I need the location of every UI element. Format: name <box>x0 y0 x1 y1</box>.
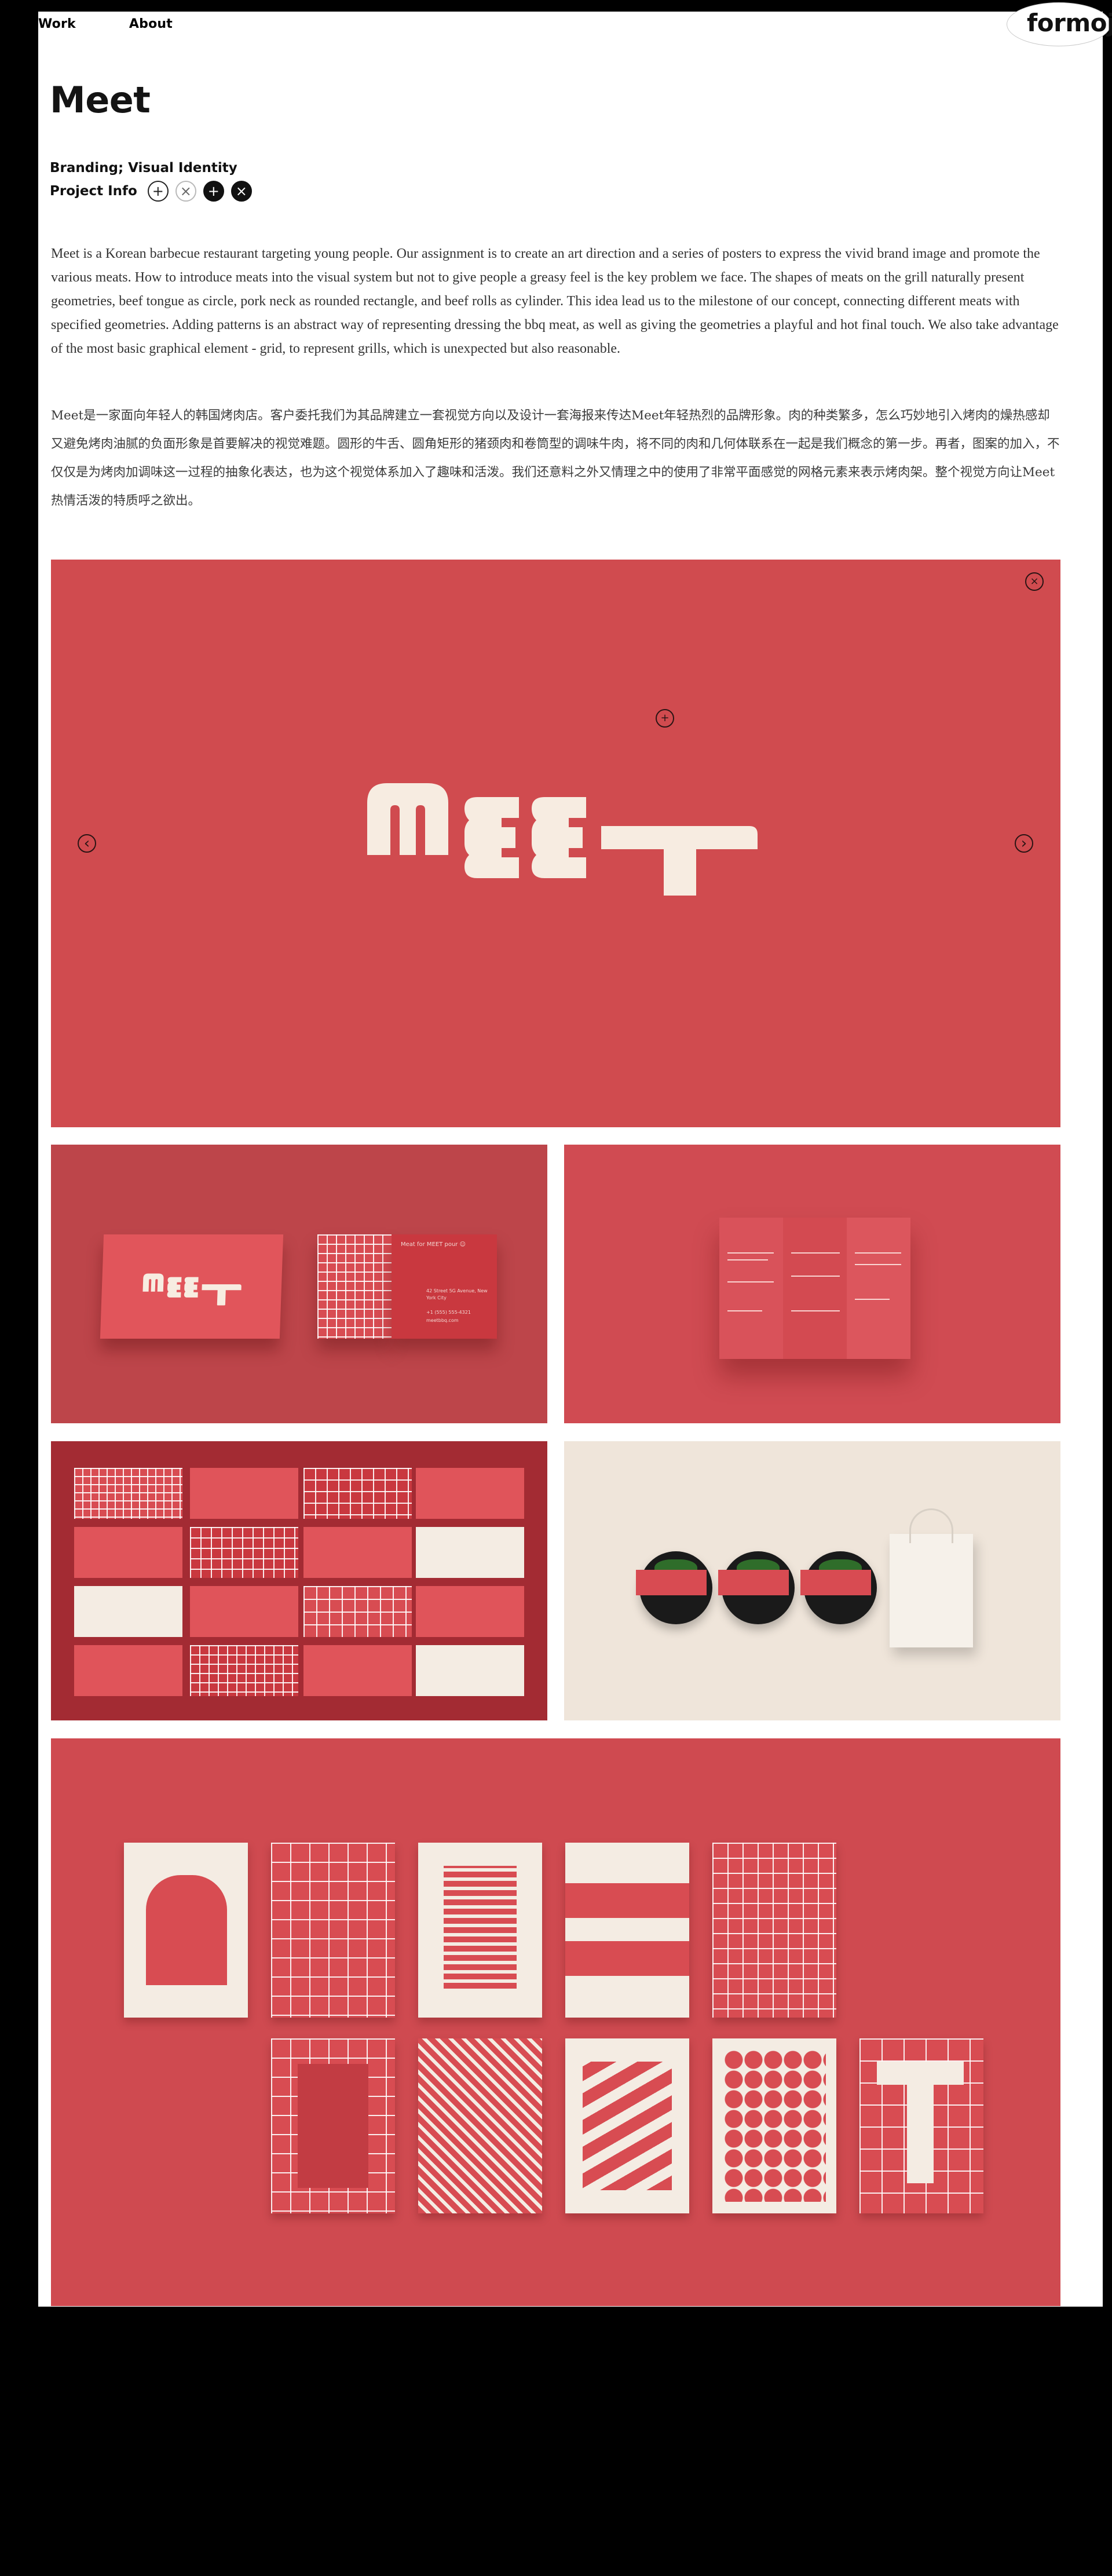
logo-card <box>416 1468 524 1519</box>
project-info-label: Project Info <box>50 184 137 199</box>
logo-card <box>190 1468 298 1519</box>
poster-shape <box>565 1941 689 1976</box>
nav-work-link[interactable]: Work <box>38 17 76 31</box>
menu-line <box>727 1252 774 1254</box>
poster-e-cylinders <box>271 1843 395 2018</box>
menu-fold-left <box>719 1218 783 1359</box>
poster-e-3d <box>271 2038 395 2213</box>
logo-card <box>303 1645 412 1696</box>
logo-card <box>74 1645 182 1696</box>
card-web: meetbbq.com <box>426 1318 459 1323</box>
poster-shape <box>907 2085 934 2183</box>
pattern-card <box>303 1468 412 1519</box>
pattern-card <box>416 1527 524 1578</box>
business-cards-image: Meat for MEET pour ☺ 42 Street 5G Avenue… <box>51 1145 547 1423</box>
close-filled-icon[interactable]: × <box>231 181 252 202</box>
business-card-back: Meat for MEET pour ☺ 42 Street 5G Avenue… <box>392 1234 497 1339</box>
previous-arrow-icon[interactable]: ‹ <box>78 834 96 853</box>
poster-e-circles <box>712 2038 836 2213</box>
posters-image <box>51 1738 1060 2306</box>
menu-line <box>727 1259 768 1260</box>
menu-line <box>791 1252 840 1254</box>
description-english: Meet is a Korean barbecue restaurant tar… <box>51 246 1059 356</box>
pattern-card <box>74 1468 182 1519</box>
business-card-grid-back <box>317 1234 392 1339</box>
paper-bag <box>890 1508 973 1647</box>
menu-fold-right <box>847 1218 910 1359</box>
menu-image <box>564 1145 1060 1423</box>
poster-t-pattern <box>712 1843 836 2018</box>
pattern-card <box>416 1645 524 1696</box>
zoom-plus-icon[interactable]: + <box>656 709 674 728</box>
menu-line <box>855 1252 901 1254</box>
logo-card <box>303 1527 412 1578</box>
bowl-sleeve <box>718 1570 789 1595</box>
site-logo[interactable]: formoj <box>1007 2 1112 46</box>
poster-e-meat <box>565 1843 689 2018</box>
next-arrow-icon[interactable]: › <box>1015 834 1033 853</box>
bag-handle <box>909 1508 953 1543</box>
bowl-sleeve <box>636 1570 707 1595</box>
menu-line <box>727 1281 774 1282</box>
logo-card <box>190 1586 298 1637</box>
project-info-row: Project Info + × + × <box>50 181 252 202</box>
menu-line <box>727 1310 762 1311</box>
nav-about-link[interactable]: About <box>129 17 173 31</box>
pattern-card <box>190 1527 298 1578</box>
project-subtitle: Branding; Visual Identity <box>50 160 237 176</box>
menu-line <box>855 1299 890 1300</box>
meet-wordmark-logo <box>367 783 758 896</box>
poster-shape <box>298 2064 368 2188</box>
trifold-menu <box>719 1218 910 1359</box>
menu-line <box>791 1310 840 1311</box>
poster-e-stripes <box>418 1843 542 2018</box>
logo-card <box>416 1586 524 1637</box>
poster-t-3d <box>859 2038 983 2213</box>
logo-text: formoj <box>1027 9 1112 37</box>
menu-line <box>791 1276 840 1277</box>
poster-shape <box>444 1866 517 1989</box>
pattern-cards-image <box>51 1441 547 1720</box>
poster-m <box>124 1843 248 2018</box>
poster-shape <box>877 2062 964 2085</box>
hero-slideshow: × + ‹ › <box>51 560 1060 1127</box>
packaging-image <box>564 1441 1060 1720</box>
business-card-front <box>100 1234 284 1339</box>
top-nav: Work About <box>38 15 173 32</box>
menu-line <box>855 1264 901 1265</box>
card-address: 42 Street 5G Avenue, New York City <box>426 1288 488 1300</box>
pattern-card <box>303 1586 412 1637</box>
card-phone: +1 (555) 555-4321 <box>426 1310 471 1315</box>
page-title: Meet <box>50 79 151 121</box>
card-meet-logo <box>142 1273 242 1306</box>
poster-shape <box>724 2050 826 2202</box>
poster-e-steps <box>565 2038 689 2213</box>
poster-shape <box>565 1883 689 1918</box>
logo-card <box>74 1527 182 1578</box>
description-chinese: Meet是一家面向年轻人的韩国烤肉店。客户委托我们为其品牌建立一套视觉方向以及设… <box>51 408 1060 508</box>
poster-shape <box>583 2062 672 2190</box>
collapse-close-icon[interactable]: × <box>175 181 196 202</box>
expand-plus-icon[interactable]: + <box>147 181 169 202</box>
card-title: Meat for MEET pour ☺ <box>401 1241 466 1248</box>
pattern-card <box>190 1645 298 1696</box>
pattern-card <box>74 1586 182 1637</box>
bowl-sleeve <box>800 1570 871 1595</box>
close-slideshow-icon[interactable]: × <box>1025 572 1044 591</box>
poster-shape <box>146 1875 227 1985</box>
expand-plus-filled-icon[interactable]: + <box>203 181 224 202</box>
menu-fold-center <box>783 1218 847 1359</box>
poster-zigzag <box>418 2038 542 2213</box>
